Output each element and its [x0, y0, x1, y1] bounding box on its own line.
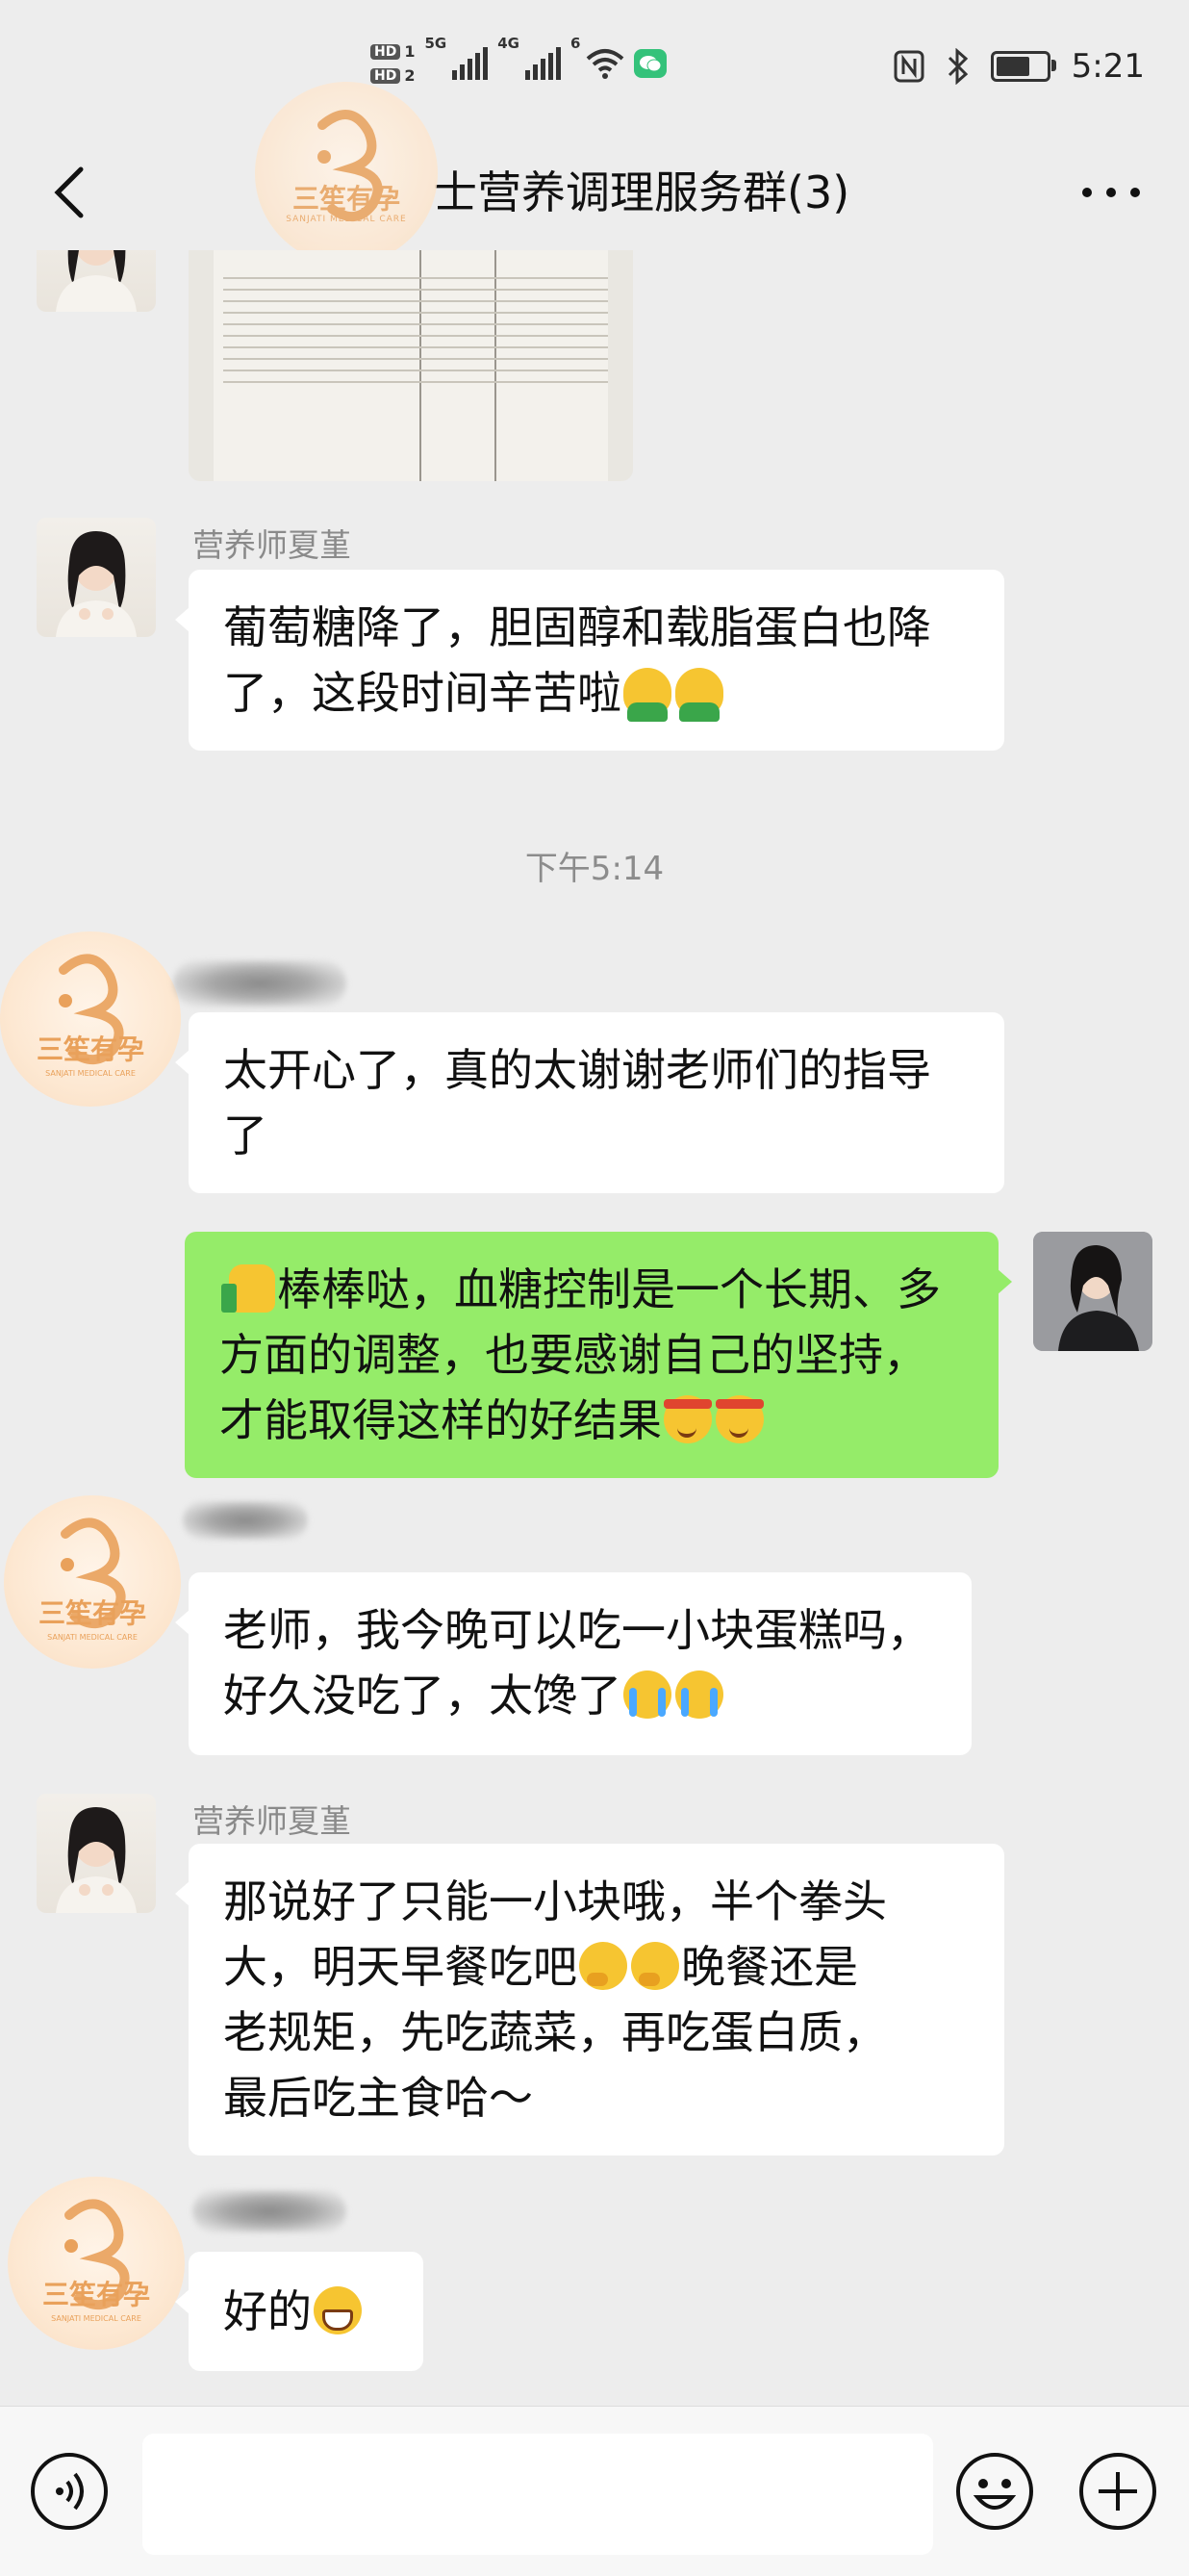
hd2-badge: HD 2: [370, 66, 415, 85]
message-timestamp: 下午5:14: [524, 850, 665, 888]
chat-title: 士营养调理服务群(3): [433, 166, 850, 218]
message-text-fragment: 晚餐还是: [681, 1941, 858, 1993]
lab-report-photo[interactable]: [189, 250, 633, 481]
wifi-icon: [587, 49, 624, 79]
sender-name: 营养师夏堇: [192, 526, 351, 564]
message-text: 老师，我今晚可以吃一小块蛋糕吗，好久没吃了，太馋了: [223, 1604, 931, 1722]
thinking-emoji-icon: [579, 1942, 627, 1990]
message-text: 棒棒哒，血糖控制是一个长期、多方面的调整，也要感谢自己的坚持，才能取得这样的好结…: [219, 1263, 941, 1446]
brand-watermark-logo: 三笙有孕 SANJATI MEDICAL CARE: [255, 82, 438, 265]
message-bubble[interactable]: 那说好了只能一小块哦，半个拳头 大，明天早餐吃吧 晚餐还是 老规矩，先吃蔬菜，再吃…: [175, 1844, 1004, 2155]
avatar-me[interactable]: [1033, 1232, 1152, 1351]
status-right-indicators: 5:21: [893, 42, 1145, 90]
avatar-nutritionist[interactable]: [37, 518, 156, 637]
svg-text:三笙有孕: 三笙有孕: [42, 2279, 150, 2310]
crying-emoji-icon: [623, 1671, 671, 1719]
salute-emoji-icon: [716, 1395, 764, 1443]
message-bubble[interactable]: 葡萄糖降了，胆固醇和载脂蛋白也降了，这段时间辛苦啦: [175, 570, 1004, 751]
avatar-nutritionist[interactable]: [37, 1794, 156, 1913]
message-text-line: 大，明天早餐吃吧 晚餐还是: [223, 1934, 970, 2000]
message-text: 葡萄糖降了，胆固醇和载脂蛋白也降了，这段时间辛苦啦: [223, 601, 931, 719]
avatar-member[interactable]: 三笙有孕 SANJATI MEDICAL CARE: [4, 1495, 181, 1669]
more-functions-plus-icon[interactable]: [1077, 2451, 1158, 2532]
hd1-badge: HD 1: [370, 42, 415, 61]
more-options-icon[interactable]: [1077, 173, 1145, 212]
svg-text:三笙有孕: 三笙有孕: [38, 1597, 146, 1629]
nfc-icon: [894, 50, 924, 83]
back-arrow-icon[interactable]: [44, 156, 102, 229]
salute-emoji-icon: [664, 1395, 712, 1443]
brand-name: 三笙有孕: [291, 183, 400, 215]
message-text-line: 老规矩，先吃蔬菜，再吃蛋白质，: [223, 2006, 887, 2058]
emoji-picker-icon[interactable]: [954, 2451, 1035, 2532]
signal-icon-2: [524, 47, 561, 80]
avatar-member[interactable]: 三笙有孕 SANJATI MEDICAL CARE: [0, 931, 181, 1107]
status-bar: HD 1 HD 2 5G 4G 6 5:21: [0, 0, 1189, 135]
sender-name-blurred: [183, 1501, 308, 1540]
message-bubble[interactable]: 太开心了，真的太谢谢老师们的指导了: [175, 1012, 1004, 1193]
grinning-emoji-icon: [314, 2286, 362, 2334]
chat-header: 士营养调理服务群(3): [0, 135, 1189, 250]
message-text: 好的: [223, 2285, 312, 2337]
thumbs-up-emoji-icon: [221, 1264, 275, 1313]
sender-name-blurred: [192, 2190, 346, 2232]
signal-icon: [452, 47, 489, 80]
chat-message-list[interactable]: 营养师夏堇 葡萄糖降了，胆固醇和载脂蛋白也降了，这段时间辛苦啦 下午5:14 三…: [0, 250, 1189, 2406]
hd2-label: HD: [370, 67, 401, 84]
avatar-member[interactable]: 三笙有孕 SANJATI MEDICAL CARE: [8, 2177, 185, 2350]
message-text-line: 最后吃主食哈～: [223, 2072, 533, 2124]
sender-name-blurred: [173, 960, 346, 1007]
chat-input-bar: [0, 2406, 1189, 2576]
hd1-label: HD: [370, 43, 401, 60]
wifi-num: 6: [569, 35, 581, 52]
svg-text:SANJATI MEDICAL CARE: SANJATI MEDICAL CARE: [45, 1069, 136, 1078]
message-text: 太开心了，真的太谢谢老师们的指导了: [223, 1044, 931, 1161]
person-emoji-icon: [623, 668, 671, 722]
avatar-nutritionist[interactable]: [37, 250, 156, 312]
svg-text:SANJATI MEDICAL CARE: SANJATI MEDICAL CARE: [51, 2314, 141, 2323]
svg-text:SANJATI MEDICAL CARE: SANJATI MEDICAL CARE: [47, 1633, 138, 1642]
message-bubble[interactable]: 好的: [175, 2252, 423, 2371]
hd2-num: 2: [404, 66, 416, 85]
net2-label: 4G: [497, 35, 519, 52]
wechat-notification-icon: [634, 49, 668, 78]
net1-label: 5G: [424, 35, 447, 52]
message-input[interactable]: [142, 2434, 933, 2555]
hd1-num: 1: [404, 42, 416, 61]
person-emoji-icon: [675, 668, 723, 722]
thinking-emoji-icon: [631, 1942, 679, 1990]
sender-name: 营养师夏堇: [192, 1802, 351, 1840]
bluetooth-icon: [948, 48, 968, 85]
message-text-line: 那说好了只能一小块哦，半个拳头: [223, 1875, 887, 1927]
battery-icon: [990, 51, 1056, 82]
message-bubble[interactable]: 老师，我今晚可以吃一小块蛋糕吗，好久没吃了，太馋了: [175, 1572, 972, 1755]
message-text-fragment: 大，明天早餐吃吧: [223, 1941, 577, 1993]
svg-text:三笙有孕: 三笙有孕: [37, 1033, 144, 1065]
crying-emoji-icon: [675, 1671, 723, 1719]
my-message-bubble[interactable]: 棒棒哒，血糖控制是一个长期、多方面的调整，也要感谢自己的坚持，才能取得这样的好结…: [185, 1232, 1012, 1478]
clock: 5:21: [1071, 47, 1145, 86]
status-left-indicators: HD 1 HD 2 5G 4G 6: [370, 35, 668, 92]
brand-name-en: SANJATI MEDICAL CARE: [286, 215, 407, 224]
hd-indicators: HD 1 HD 2: [370, 42, 415, 85]
voice-input-icon[interactable]: [29, 2451, 110, 2532]
